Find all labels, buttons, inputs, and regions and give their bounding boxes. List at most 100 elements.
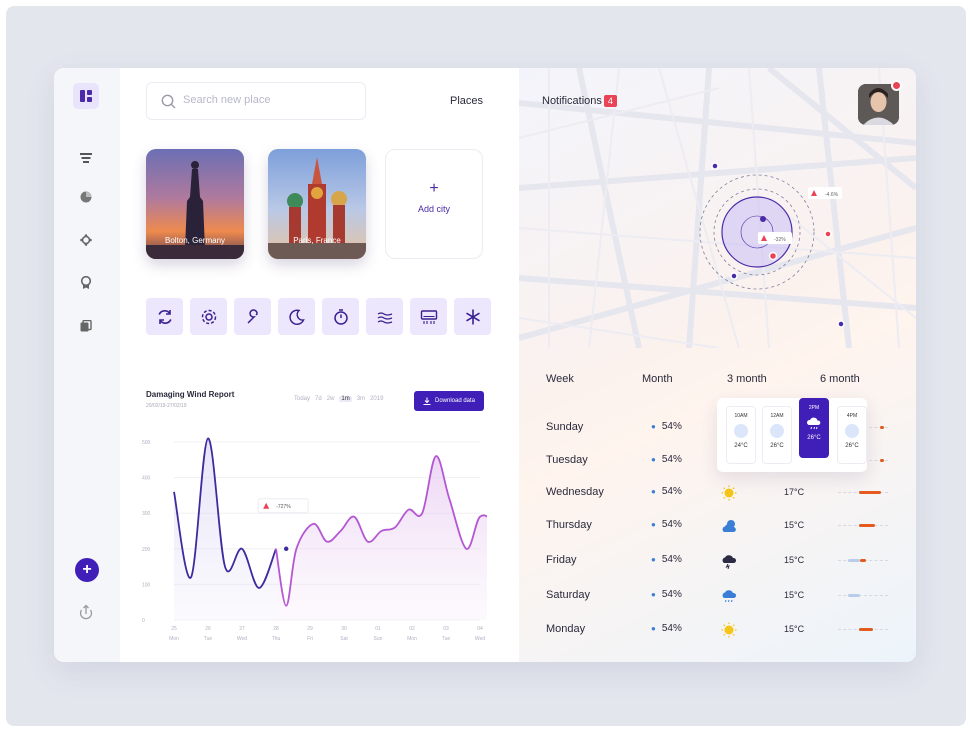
wrench-icon[interactable] [234, 298, 271, 335]
cloud-icon [734, 424, 748, 438]
drop-icon: ● [651, 624, 656, 633]
hourly-forecast-popup: 10AM 24°C 12AM 26°C 2PM 26°C 4PM 26°C [717, 398, 867, 472]
y-tick-label: 300 [142, 511, 151, 517]
temp-range-bar [838, 559, 888, 563]
humidity: ● 54% [651, 554, 682, 565]
notifications-link[interactable]: Notifications 4 [542, 95, 617, 107]
pie-chart-icon[interactable] [78, 189, 94, 205]
tab-month[interactable]: Month [642, 373, 673, 385]
series-area [174, 438, 276, 620]
temp-range-bar [838, 491, 888, 495]
x-tick-weekday: Sun [374, 636, 383, 642]
status-dot [891, 80, 902, 91]
drop-icon: ● [651, 520, 656, 529]
tab-week[interactable]: Week [546, 373, 574, 385]
x-tick-label: 02 [409, 626, 415, 632]
forecast-day: Thursday [546, 519, 592, 531]
humidity: ● 54% [651, 589, 682, 600]
x-tick-label: 30 [341, 626, 347, 632]
forecast-temp: 17°C [784, 487, 805, 497]
tab-3-month[interactable]: 3 month [727, 373, 767, 385]
x-tick-weekday: Mon [407, 636, 417, 642]
forecast-temp: 15°C [784, 555, 805, 565]
range-2w[interactable]: 2w [327, 396, 335, 402]
x-tick-weekday: Tue [442, 636, 451, 642]
timer-icon[interactable] [322, 298, 359, 335]
city-map[interactable]: -4.6% -32% [519, 68, 916, 348]
snowflake-icon[interactable] [454, 298, 491, 335]
hour-card[interactable]: 4PM 26°C [837, 406, 867, 464]
drop-icon: ● [651, 487, 656, 496]
humidity: ● 54% [651, 486, 682, 497]
drop-icon: ● [651, 455, 656, 464]
humidity: ● 54% [651, 623, 682, 634]
range-1m[interactable]: 1m [339, 396, 352, 402]
city-label: Bolton, Germany [164, 236, 226, 245]
x-tick-weekday: Wed [237, 636, 247, 642]
hour-card[interactable]: 10AM 24°C [726, 406, 756, 464]
drop-icon: ● [651, 590, 656, 599]
range-7d[interactable]: 7d [315, 396, 322, 402]
filter-icon[interactable] [78, 150, 94, 166]
refresh-icon[interactable] [146, 298, 183, 335]
hour-card-selected[interactable]: 2PM 26°C [799, 398, 829, 458]
wind-icon[interactable] [366, 298, 403, 335]
logo-icon[interactable] [73, 83, 99, 109]
x-tick-label: 28 [273, 626, 279, 632]
hour-card[interactable]: 12AM 26°C [762, 406, 792, 464]
search-input[interactable] [183, 94, 353, 106]
notifications-label: Notifications [542, 95, 602, 107]
x-tick-weekday: Fri [307, 636, 313, 642]
city-label: Paris, France [293, 236, 341, 245]
humidity: ● 54% [651, 421, 682, 432]
forecast-day: Tuesday [546, 454, 588, 466]
forecast-day: Sunday [546, 421, 584, 433]
forecast-day: Saturday [546, 589, 591, 601]
map-alert-label: -4.6% [825, 192, 839, 198]
range-2019[interactable]: 2019 [370, 396, 383, 402]
y-tick-label: 400 [142, 476, 151, 482]
tab-6-month[interactable]: 6 month [820, 373, 860, 385]
range-3m[interactable]: 3m [357, 396, 365, 402]
forecast-temp: 15°C [784, 590, 805, 600]
humidity: ● 54% [651, 519, 682, 530]
x-tick-weekday: Sat [340, 636, 348, 642]
right-panel: -4.6% -32% Notifications 4 Week Month 3 m… [519, 68, 916, 662]
y-tick-label: 100 [142, 582, 151, 588]
add-city-label: Add city [417, 204, 450, 214]
cloud-sun-icon [722, 520, 736, 532]
cloud-icon [845, 424, 859, 438]
forecast-day: Friday [546, 554, 577, 566]
award-icon[interactable] [78, 275, 94, 291]
x-tick-weekday: Wed [475, 636, 485, 642]
share-icon[interactable] [78, 604, 94, 620]
temp-range-bar [838, 628, 888, 632]
x-tick-weekday: Thu [272, 636, 281, 642]
add-button[interactable]: + [75, 558, 99, 582]
range-today[interactable]: Today [294, 396, 310, 402]
temp-range-bar [838, 594, 888, 598]
map-alert-label: -32% [774, 237, 786, 243]
wind-chart: 0 100 200 300 400 500 25 Mon 26 Tue 27 Wed 28 Thu 29 Fr… [142, 437, 487, 642]
plus-icon: + [429, 180, 439, 197]
cloud-icon [770, 424, 784, 438]
documents-icon[interactable] [78, 318, 94, 334]
notification-count-badge: 4 [603, 95, 617, 107]
range-selector: Today 7d 2w 1m 3m 2019 [294, 396, 383, 402]
network-icon[interactable] [78, 232, 94, 248]
add-city-card[interactable]: + Add city [385, 149, 483, 259]
download-data-button[interactable]: Download data [414, 391, 484, 411]
x-tick-weekday: Mon [169, 636, 179, 642]
ac-icon[interactable] [410, 298, 447, 335]
download-label: Download data [434, 398, 476, 404]
device-toolbar [146, 298, 491, 335]
places-link[interactable]: Places [450, 95, 483, 107]
search-box[interactable] [146, 82, 366, 120]
settings-icon[interactable] [190, 298, 227, 335]
moon-icon[interactable] [278, 298, 315, 335]
rain-cloud-icon [807, 417, 821, 430]
city-card[interactable]: Paris, France [268, 149, 366, 259]
city-card[interactable]: Bolton, Germany [146, 149, 244, 259]
x-tick-label: 03 [443, 626, 449, 632]
search-icon [161, 94, 176, 114]
